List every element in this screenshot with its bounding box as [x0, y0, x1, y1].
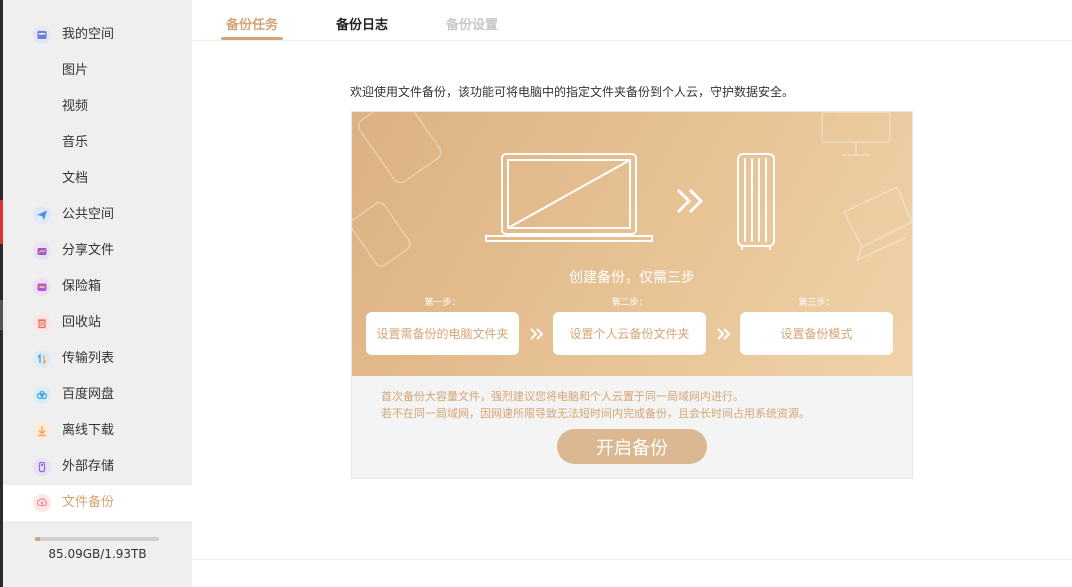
sidebar-item-label: 我的空间: [62, 27, 115, 42]
sidebar-item-file-backup[interactable]: 文件备份: [3, 485, 192, 521]
sidebar-item-music[interactable]: 音乐: [3, 125, 192, 161]
note-line-2: 若不在同一局域网，因网速所限导致无法短时间内完成备份，且会长时间占用系统资源。: [381, 407, 810, 420]
share-icon: [33, 242, 51, 260]
safe-icon: [33, 278, 51, 296]
note-line-1: 首次备份大容量文件，强烈建议您将电脑和个人云置于同一局域网内进行。: [381, 390, 744, 403]
step-1-button[interactable]: 设置需备份的电脑文件夹: [366, 312, 519, 355]
storage-usage: 85.09GB/1.93TB: [3, 521, 192, 587]
transfer-icon: [33, 350, 51, 368]
storage-usage-text: 85.09GB/1.93TB: [48, 547, 147, 561]
sidebar-item-transfer-list[interactable]: 传输列表: [3, 341, 192, 377]
sidebar-item-shared-files[interactable]: 分享文件: [3, 233, 192, 269]
tab-backup-tasks[interactable]: 备份任务: [226, 16, 278, 36]
storage-progress-fill: [35, 537, 41, 541]
sidebar-item-label: 外部存储: [62, 459, 115, 474]
backup-banner: 创建备份，仅需三步 第一步： 第二步： 第三步： 设置需备份的电脑文件夹 设置个…: [352, 112, 912, 376]
sidebar-item-offline-download[interactable]: 离线下载: [3, 413, 192, 449]
sidebar-item-public-space[interactable]: 公共空间: [3, 197, 192, 233]
sidebar: 我的空间 图片 视频 音乐 文档 公共空间 分享文件 保险箱 回收站 传输列表 …: [3, 0, 192, 587]
sidebar-item-label: 保险箱: [62, 279, 102, 294]
tab-backup-settings[interactable]: 备份设置: [446, 16, 498, 36]
usb-icon: [33, 458, 51, 476]
sidebar-item-pictures[interactable]: 图片: [3, 53, 192, 89]
backup-card: 创建备份，仅需三步 第一步： 第二步： 第三步： 设置需备份的电脑文件夹 设置个…: [351, 111, 913, 479]
sidebar-item-label: 离线下载: [62, 423, 115, 438]
double-chevron-icon: [717, 328, 731, 340]
step-3-label: 第三步：: [798, 298, 835, 308]
sidebar-item-label: 图片: [62, 63, 89, 78]
tab-backup-log[interactable]: 备份日志: [336, 16, 388, 36]
divider: [192, 559, 1072, 560]
cloud-icon: [33, 386, 51, 404]
step-2-label: 第二步：: [611, 298, 648, 308]
sidebar-item-label: 回收站: [62, 315, 102, 330]
tab-bar: 备份任务 备份日志 备份设置: [192, 0, 1072, 41]
banner-title: 创建备份，仅需三步: [569, 270, 695, 286]
step-3-button[interactable]: 设置备份模式: [740, 312, 893, 355]
active-tab-indicator: [221, 37, 283, 40]
sidebar-item-label: 公共空间: [62, 207, 115, 222]
download-icon: [33, 422, 51, 440]
double-chevron-icon: [530, 328, 544, 340]
main-content: 备份任务 备份日志 备份设置 欢迎使用文件备份，该功能可将电脑中的指定文件夹备份…: [192, 0, 1072, 587]
sidebar-item-label: 分享文件: [62, 243, 115, 258]
sidebar-item-label: 文档: [62, 171, 89, 186]
sidebar-item-videos[interactable]: 视频: [3, 89, 192, 125]
sidebar-item-label: 传输列表: [62, 351, 115, 366]
trash-icon: [33, 314, 51, 332]
storage-progress-bar: [35, 537, 159, 541]
sidebar-item-external-storage[interactable]: 外部存储: [3, 449, 192, 485]
my-space-icon: [33, 26, 51, 44]
sidebar-item-label: 音乐: [62, 135, 89, 150]
sidebar-item-label: 百度网盘: [62, 387, 115, 402]
paper-plane-icon: [33, 206, 51, 224]
sidebar-item-label: 文件备份: [62, 495, 115, 510]
sidebar-item-baidu-netdisk[interactable]: 百度网盘: [3, 377, 192, 413]
sidebar-item-safe-box[interactable]: 保险箱: [3, 269, 192, 305]
backup-icon: [33, 494, 51, 512]
sidebar-item-recycle-bin[interactable]: 回收站: [3, 305, 192, 341]
start-backup-button[interactable]: 开启备份: [557, 429, 707, 464]
step-1-label: 第一步：: [424, 298, 461, 308]
step-2-button[interactable]: 设置个人云备份文件夹: [553, 312, 706, 355]
sidebar-item-label: 视频: [62, 99, 89, 114]
sidebar-item-my-space[interactable]: 我的空间: [3, 17, 192, 53]
intro-text: 欢迎使用文件备份，该功能可将电脑中的指定文件夹备份到个人云，守护数据安全。: [350, 85, 795, 99]
sidebar-item-documents[interactable]: 文档: [3, 161, 192, 197]
